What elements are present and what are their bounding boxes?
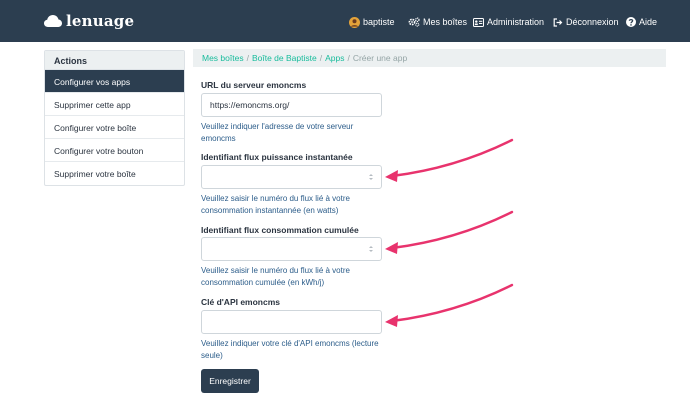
stepper-arrows-icon[interactable]: [366, 244, 376, 254]
api-key-help: Veuillez indiquer votre clé d'API emoncm…: [201, 339, 379, 360]
nav-administration-label: Administration: [487, 17, 545, 27]
annotation-arrow-icon: [385, 138, 514, 182]
top-navbar: lenuage baptiste Mes boîtes Administrati…: [0, 0, 690, 42]
breadcrumb-link-apps[interactable]: Apps: [325, 53, 344, 63]
breadcrumb-link-mes-boites[interactable]: Mes boîtes: [202, 53, 244, 63]
energy-feed-input[interactable]: [201, 237, 382, 261]
server-url-help: Veuillez indiquer l'adresse de votre ser…: [201, 122, 354, 143]
user-avatar-icon: [349, 16, 360, 28]
sidebar-item-supprimer-app[interactable]: Supprimer cette app: [45, 93, 184, 116]
breadcrumb: Mes boîtes / Boîte de Baptiste / Apps / Créer …: [193, 49, 666, 67]
api-key-input[interactable]: [201, 310, 382, 334]
breadcrumb-current: Créer une app: [352, 53, 408, 63]
actions-sidebar: Actions Configurer vos apps Supprimer ce…: [44, 50, 185, 186]
nav-user-link[interactable]: baptiste: [349, 14, 395, 30]
sign-out-icon: [553, 17, 563, 27]
brand-logo[interactable]: lenuage: [44, 11, 134, 31]
sidebar-item-configurer-boite[interactable]: Configurer votre boîte: [45, 116, 184, 139]
breadcrumb-link-boite[interactable]: Boîte de Baptiste: [252, 53, 317, 63]
sidebar-heading: Actions: [45, 51, 184, 70]
server-url-label: URL du serveur emoncms: [201, 80, 307, 90]
cloud-icon: [44, 15, 62, 27]
api-key-label: Clé d'API emoncms: [201, 297, 281, 307]
admin-card-icon: [473, 17, 484, 27]
annotation-arrow-icon: [385, 210, 514, 254]
sidebar-item-supprimer-boite[interactable]: Supprimer votre boîte: [45, 162, 184, 185]
question-circle-icon: [626, 17, 636, 27]
nav-mes-boites-link[interactable]: Mes boîtes: [408, 14, 467, 30]
stepper-arrows-icon[interactable]: [366, 172, 376, 182]
nav-deconnexion-label: Déconnexion: [566, 17, 619, 27]
nav-administration-link[interactable]: Administration: [473, 14, 544, 30]
power-feed-help: Veuillez saisir le numéro du flux lié à …: [201, 194, 350, 215]
server-url-input[interactable]: [201, 93, 382, 117]
power-feed-input[interactable]: [201, 165, 382, 189]
sidebar-item-configurer-apps[interactable]: Configurer vos apps: [45, 70, 184, 93]
energy-feed-label: Identifiant flux consommation cumulée: [201, 225, 359, 235]
power-feed-label: Identifiant flux puissance instantanée: [201, 152, 353, 162]
nav-aide-link[interactable]: Aide: [626, 14, 657, 30]
brand-name: lenuage: [66, 12, 135, 30]
nav-aide-label: Aide: [639, 17, 658, 27]
energy-feed-help: Veuillez saisir le numéro du flux lié à …: [201, 266, 350, 287]
nav-deconnexion-link[interactable]: Déconnexion: [553, 14, 619, 30]
cogs-icon: [408, 17, 420, 27]
sidebar-item-configurer-bouton[interactable]: Configurer votre bouton: [45, 139, 184, 162]
annotation-arrow-icon: [385, 283, 514, 327]
save-button[interactable]: Enregistrer: [201, 369, 259, 393]
nav-user-label: baptiste: [363, 17, 395, 27]
nav-mes-boites-label: Mes boîtes: [423, 17, 468, 27]
